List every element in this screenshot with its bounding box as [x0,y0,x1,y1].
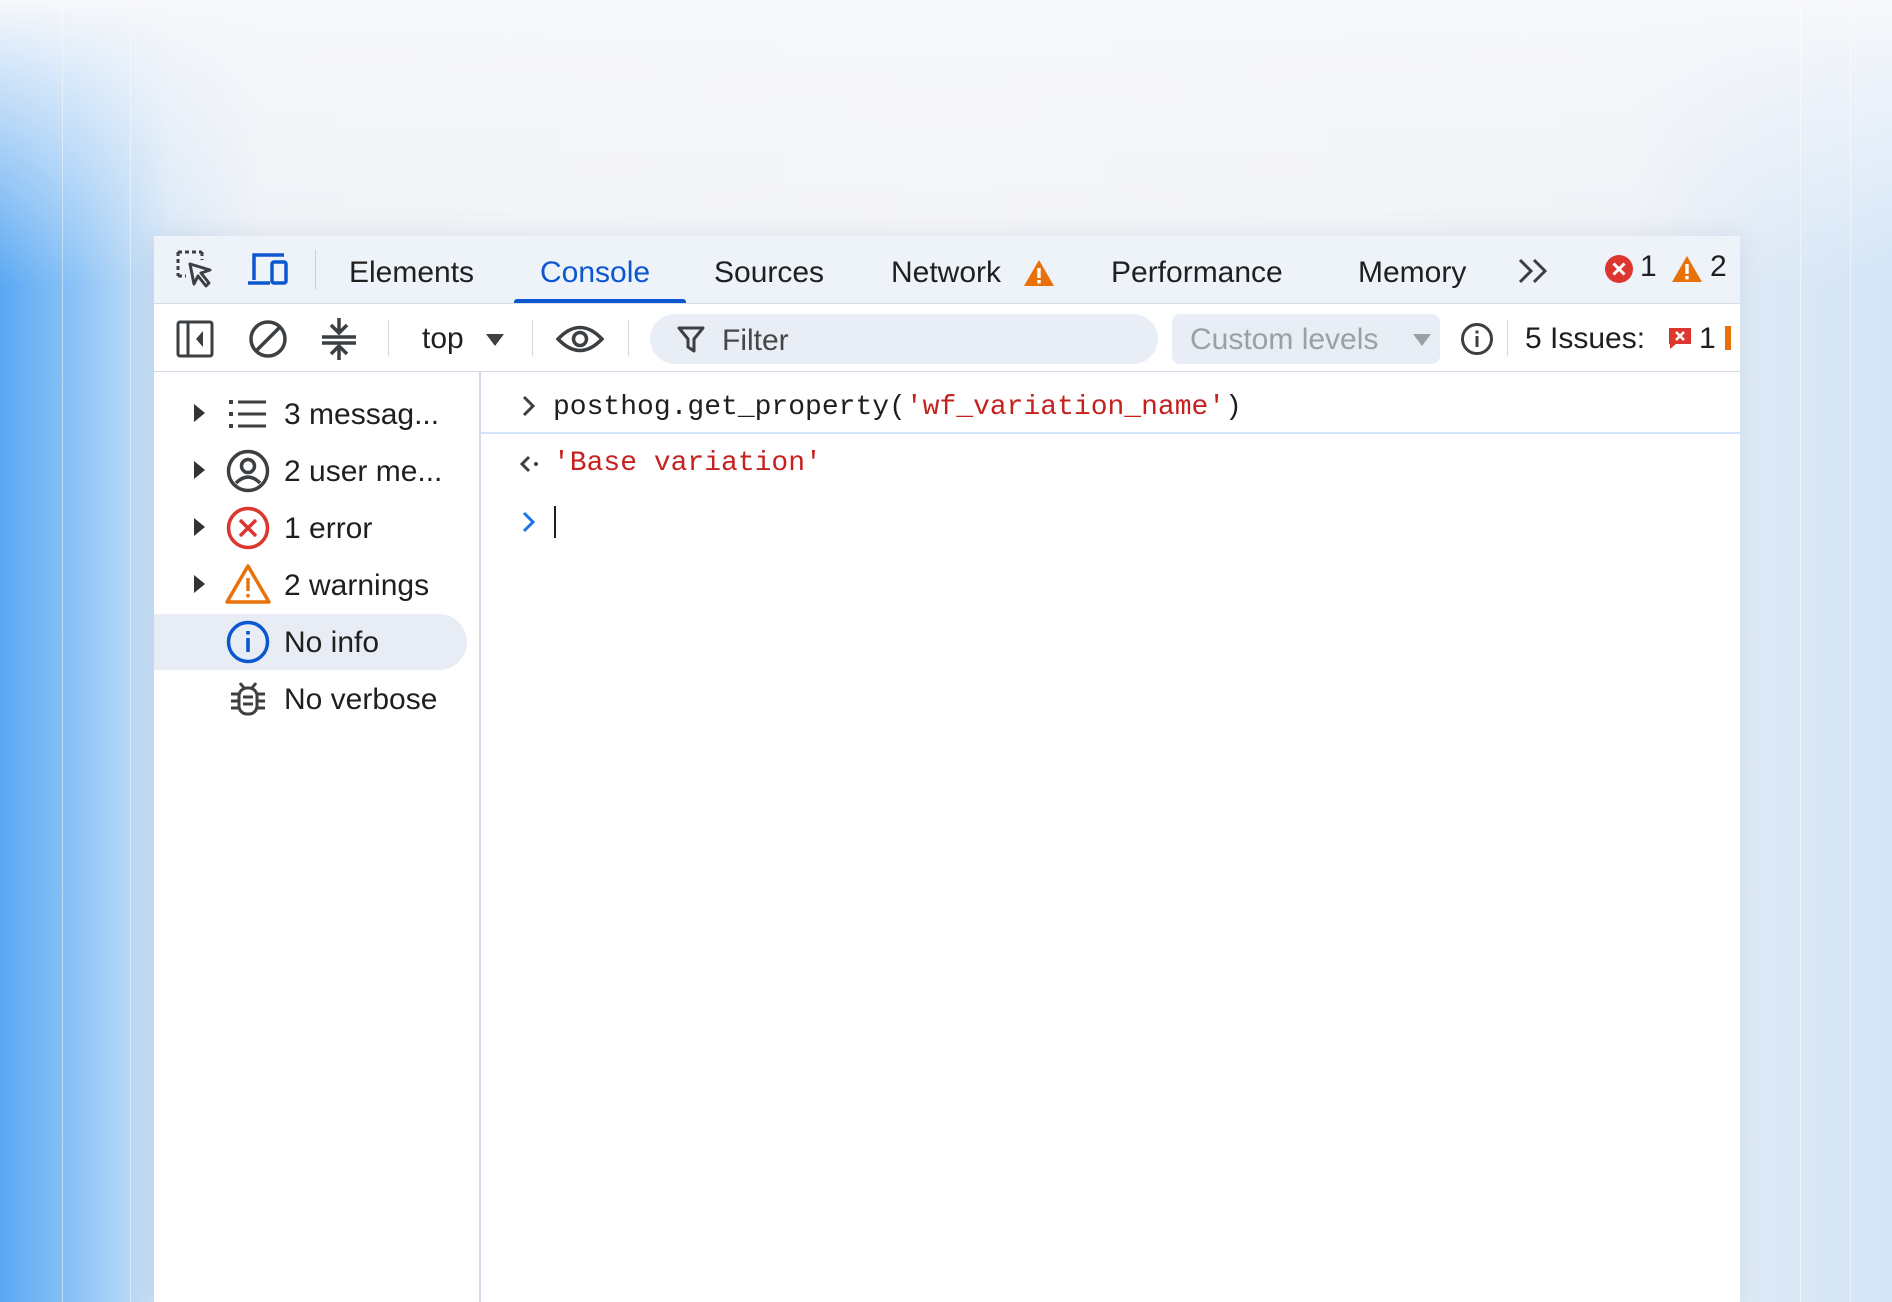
sidebar-item-info[interactable]: No info [154,614,467,670]
devtools-tab-bar: Elements Console Sources Network Perform… [154,236,1740,304]
sidebar-item-label: 1 error [284,512,373,545]
sidebar-item-label: No info [284,626,380,659]
toggle-sidebar-icon[interactable] [176,320,214,358]
device-toolbar-icon[interactable] [246,250,290,290]
sidebar-item-label: No verbose [284,683,438,716]
chevron-down-icon [486,334,504,346]
sidebar-item-verbose[interactable]: No verbose [154,671,479,727]
tab-separator [315,250,316,290]
console-command-arg: 'wf_variation_name' [905,392,1226,423]
user-icon [226,449,270,493]
console-result-line[interactable]: 'Base variation' [481,440,1740,486]
filter-placeholder: Filter [722,324,789,357]
console-command: posthog.get_property( [553,392,906,423]
chevron-right-icon [522,395,536,417]
prompt-chevron-icon [522,511,536,533]
expand-triangle-icon[interactable] [194,461,205,479]
console-command-close: ) [1225,392,1242,423]
log-levels-dropdown[interactable]: Custom levels [1172,314,1440,364]
tab-sources[interactable]: Sources [714,236,824,303]
issue-warning-badge [1725,326,1731,350]
sidebar-item-user-messages[interactable]: 2 user me... [154,443,479,499]
context-selector[interactable]: top [420,304,520,371]
active-tab-underline [514,299,686,303]
warning-icon [225,564,271,604]
issues-label: 5 Issues: [1525,322,1646,355]
result-arrow-icon [519,455,538,473]
info-icon [226,620,270,664]
console-input-line[interactable]: posthog.get_property('wf_variation_name'… [481,384,1740,434]
context-label: top [422,322,464,355]
sidebar-item-errors[interactable]: 1 error [154,500,479,556]
log-levels-label: Custom levels [1190,323,1379,356]
console-result: 'Base variation' [553,448,822,479]
more-tabs-icon[interactable] [1516,256,1552,286]
console-sidebar: 3 messag... 2 user me... 1 error 2 warni… [154,372,481,1302]
console-output[interactable]: posthog.get_property('wf_variation_name'… [481,372,1740,1302]
warning-count-icon[interactable] [1670,254,1704,284]
console-prompt[interactable] [481,496,1740,546]
error-icon [226,506,270,550]
network-warning-icon [1024,260,1054,286]
expand-triangle-icon[interactable] [194,518,205,536]
sidebar-item-label: 2 warnings [284,569,430,602]
issues-error-count: 1 [1699,322,1716,355]
sidebar-item-label: 3 messag... [284,398,440,431]
text-cursor [554,506,556,538]
chevron-down-icon [1413,334,1431,346]
tab-memory[interactable]: Memory [1358,236,1466,303]
tab-network[interactable]: Network [891,236,1001,303]
warning-count[interactable]: 2 [1710,250,1727,284]
clear-console-icon[interactable] [248,319,288,359]
sidebar-item-warnings[interactable]: 2 warnings [154,557,479,613]
inspect-element-icon[interactable] [176,250,216,290]
info-icon[interactable] [1460,322,1494,356]
console-toolbar: top Filter Custom levels 5 Issues: 1 [154,304,1740,372]
expand-triangle-icon[interactable] [194,575,205,593]
tab-console[interactable]: Console [540,236,650,303]
tab-performance[interactable]: Performance [1111,236,1283,303]
live-expression-eye-icon[interactable] [556,324,604,354]
expand-triangle-icon[interactable] [194,404,205,422]
error-count-icon[interactable] [1604,254,1634,284]
devtools-panel: Elements Console Sources Network Perform… [154,236,1740,1302]
filter-icon [677,326,705,353]
bug-icon [231,682,265,716]
toolbar-separator [1507,320,1508,356]
issue-error-icon [1669,328,1691,349]
list-icon [229,400,266,428]
toolbar-separator [532,320,533,356]
toolbar-separator [388,320,389,356]
issues-counter[interactable]: 5 Issues: 1 [1525,304,1740,371]
sidebar-item-messages[interactable]: 3 messag... [154,386,479,442]
error-count[interactable]: 1 [1640,250,1657,284]
collapse-groups-icon[interactable] [320,316,358,362]
toolbar-separator [628,320,629,356]
sidebar-item-label: 2 user me... [284,455,443,488]
tab-elements[interactable]: Elements [349,236,474,303]
filter-input[interactable]: Filter [650,314,1158,364]
